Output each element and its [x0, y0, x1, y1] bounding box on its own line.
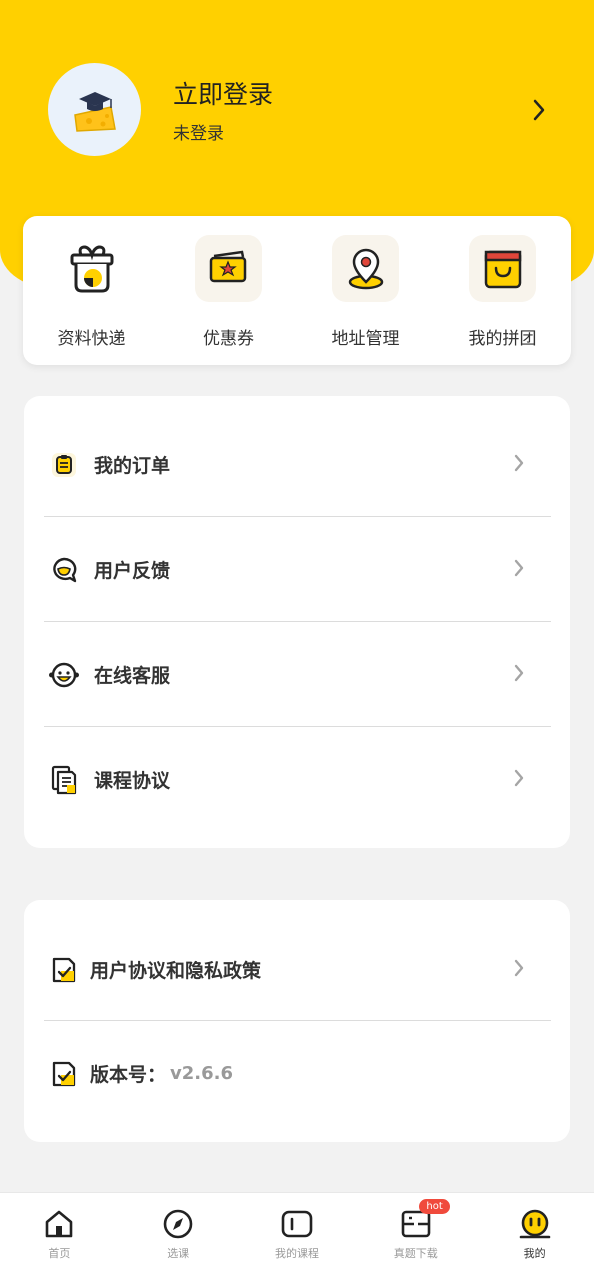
gift-box-icon — [70, 244, 113, 292]
settings-card: 用户协议和隐私政策 版本号： v2.6.6 — [24, 900, 570, 1142]
menu-item-label: 用户协议和隐私政策 — [90, 960, 262, 982]
customer-service-smile-icon — [49, 662, 79, 687]
menu-item-privacy-policy[interactable]: 用户协议和隐私政策 — [44, 917, 551, 1022]
course-icon — [281, 1210, 313, 1238]
quick-action-label: 地址管理 — [331, 329, 400, 349]
chevron-right-icon — [514, 959, 524, 977]
chevron-right-icon — [514, 664, 524, 682]
menu-item-my-orders[interactable]: 我的订单 — [44, 412, 551, 517]
tab-exam-download[interactable]: hot 真题下载 — [356, 1193, 475, 1280]
menu-item-online-service[interactable]: 在线客服 — [44, 622, 551, 727]
feedback-chat-icon — [53, 557, 77, 582]
profile-icon — [519, 1209, 550, 1239]
menu-item-label: 我的订单 — [94, 455, 171, 477]
version-row: 版本号： v2.6.6 — [44, 1021, 551, 1126]
login-title[interactable]: 立即登录 — [173, 75, 273, 111]
location-pin-icon — [348, 248, 383, 289]
tab-label: 我的课程 — [274, 1247, 319, 1260]
menu-item-label: 在线客服 — [94, 665, 171, 687]
bottom-tab-bar: 首页 选课 我的课程 hot 真题下载 我的 — [0, 1192, 594, 1280]
document-check-icon — [52, 957, 76, 982]
version-label: 版本号： — [90, 1064, 167, 1086]
hot-badge: hot — [419, 1199, 450, 1214]
document-stack-icon — [51, 765, 77, 794]
quick-action-label: 优惠券 — [203, 329, 254, 349]
compass-icon — [163, 1209, 193, 1239]
coupon-icon — [209, 250, 246, 282]
menu-item-label: 课程协议 — [94, 770, 171, 792]
order-clipboard-icon — [52, 452, 76, 477]
document-check-icon — [52, 1061, 76, 1086]
menu-item-label: 用户反馈 — [94, 560, 171, 582]
quick-action-address[interactable]: 地址管理 — [297, 216, 434, 365]
quick-action-group-buy[interactable]: 我的拼团 — [434, 216, 571, 365]
quick-action-label: 我的拼团 — [468, 329, 537, 349]
tab-profile[interactable]: 我的 — [475, 1193, 594, 1280]
quick-actions-card: 资料快递 优惠券 地址管理 我的拼团 — [23, 216, 571, 365]
tab-course-selection[interactable]: 选课 — [119, 1193, 238, 1280]
cheese-graduation-avatar-icon — [73, 92, 116, 132]
login-profile[interactable]: 立即登录 未登录 — [48, 62, 568, 156]
avatar — [48, 62, 141, 156]
tab-label: 选课 — [167, 1247, 190, 1260]
version-value: v2.6.6 — [170, 1063, 233, 1084]
tab-my-courses[interactable]: 我的课程 — [238, 1193, 357, 1280]
tab-label: 首页 — [48, 1247, 71, 1260]
menu-item-course-agreement[interactable]: 课程协议 — [44, 727, 551, 832]
tab-home[interactable]: 首页 — [0, 1193, 119, 1280]
home-icon — [46, 1210, 73, 1238]
tab-label: 我的 — [523, 1247, 546, 1260]
quick-action-material-delivery[interactable]: 资料快递 — [23, 216, 160, 365]
quick-action-coupons[interactable]: 优惠券 — [160, 216, 297, 365]
login-status: 未登录 — [173, 123, 224, 144]
chevron-right-icon — [514, 454, 524, 472]
chevron-right-icon — [514, 769, 524, 787]
menu-card: 我的订单 用户反馈 在线客服 课程协议 — [24, 396, 570, 848]
quick-action-label: 资料快递 — [57, 329, 126, 349]
chevron-right-icon[interactable] — [532, 98, 546, 122]
chevron-right-icon — [514, 559, 524, 577]
menu-item-feedback[interactable]: 用户反馈 — [44, 517, 551, 622]
tab-label: 真题下载 — [393, 1247, 438, 1260]
shopping-bag-icon — [484, 250, 521, 288]
